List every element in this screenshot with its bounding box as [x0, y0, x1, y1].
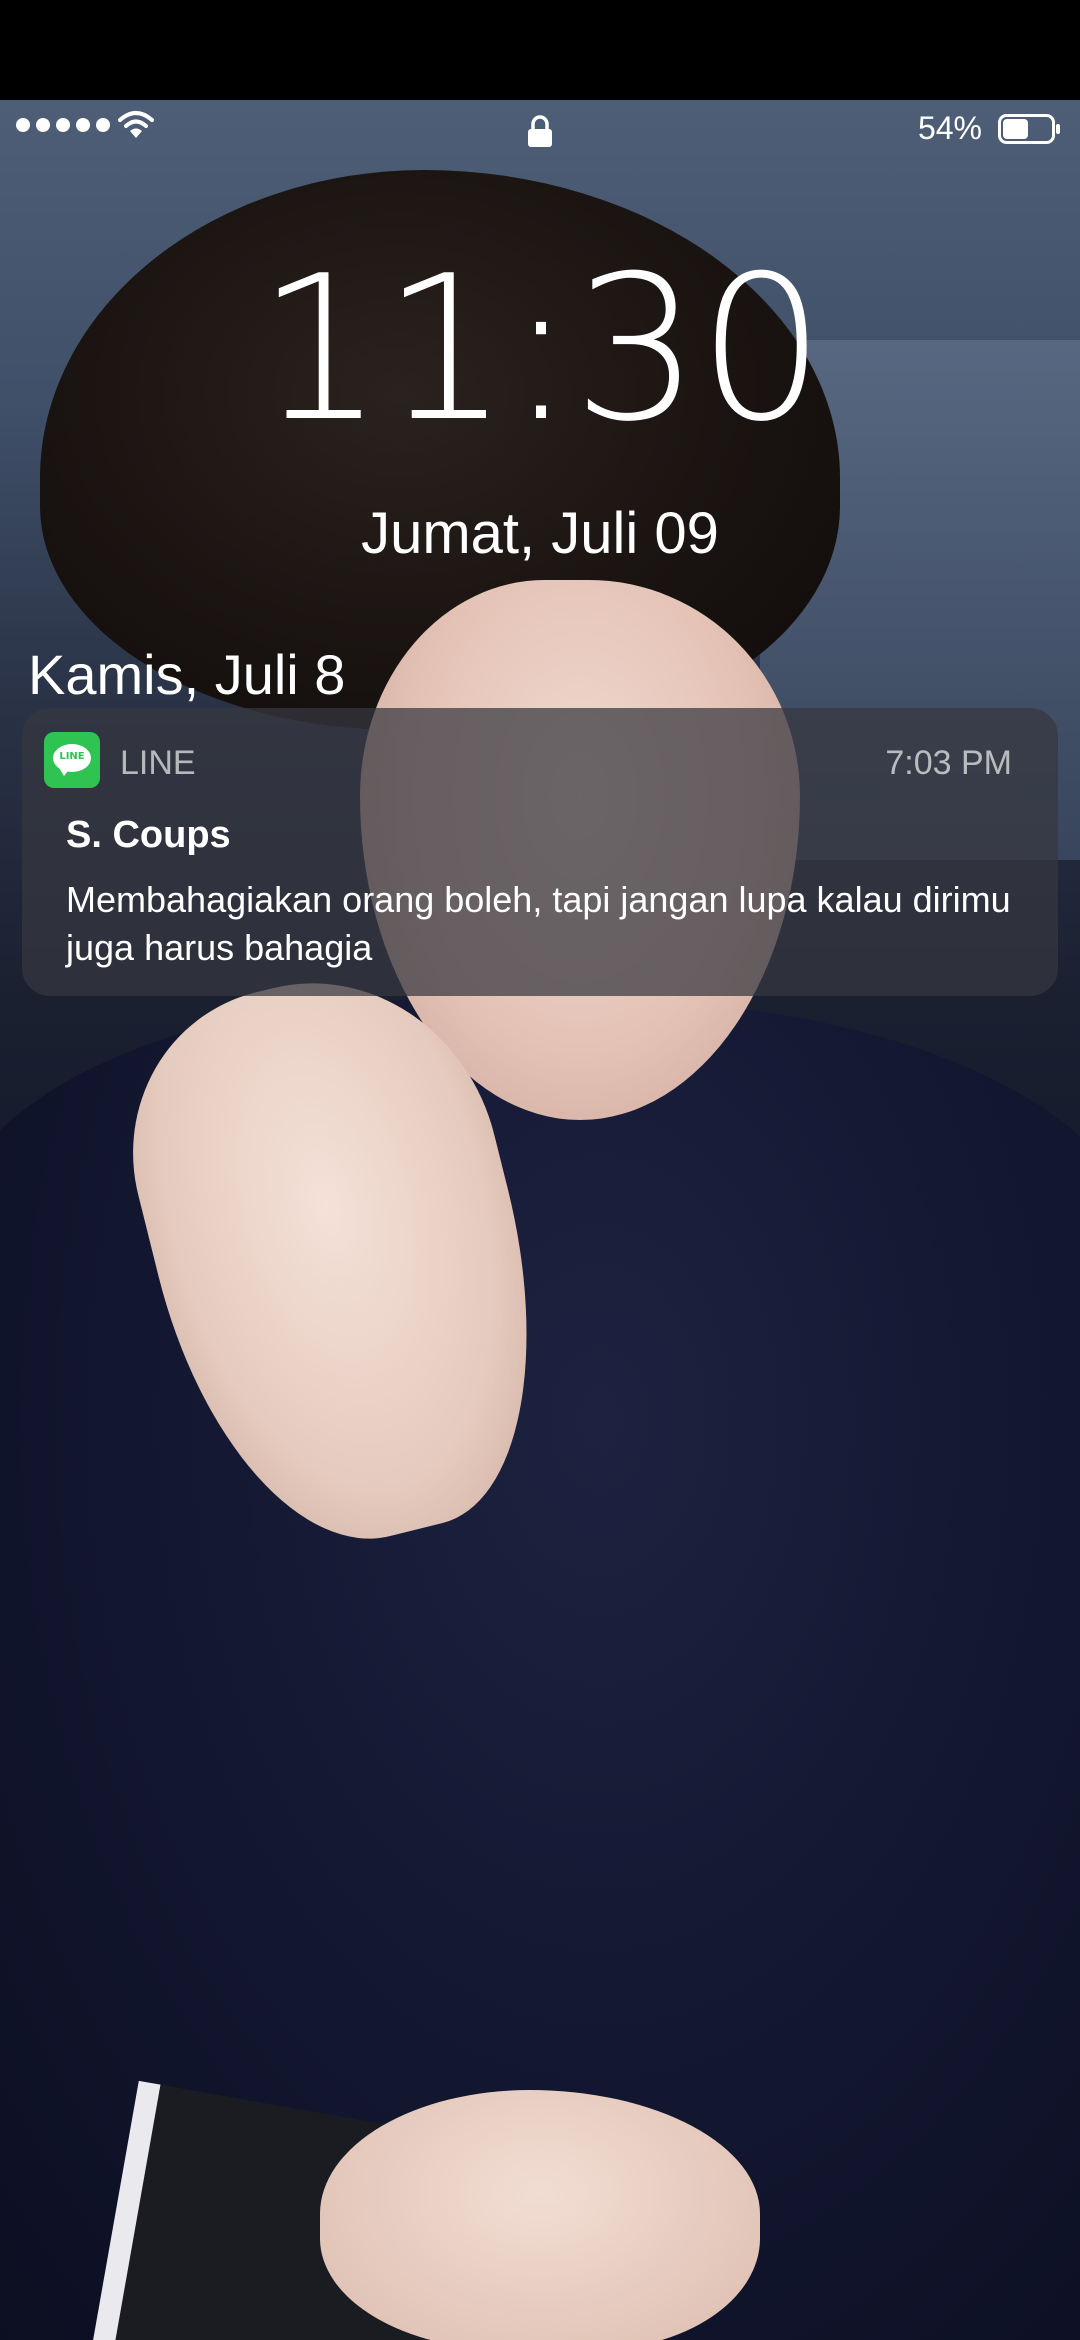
- line-notification[interactable]: LINE LINE 7:03 PM S. Coups Membahagiakan…: [22, 708, 1058, 996]
- lock-screen-date: Jumat, Juli 09: [361, 501, 719, 566]
- signal-dots-icon: [16, 118, 110, 132]
- notification-message: Membahagiakan orang boleh, tapi jangan l…: [66, 879, 1011, 968]
- lock-screen-time: 11:30: [256, 233, 825, 466]
- notification-app-name: LINE: [120, 744, 196, 782]
- line-logo-text: LINE: [59, 751, 85, 762]
- battery-percent: 54%: [917, 110, 982, 146]
- wifi-icon: [118, 111, 154, 138]
- notification-group-date: Kamis, Juli 8: [28, 643, 346, 706]
- wallpaper-lower-hand-shape: [320, 2090, 760, 2340]
- notification-sender: S. Coups: [66, 814, 231, 856]
- lock-icon: [528, 115, 552, 147]
- battery-icon: [998, 114, 1060, 144]
- top-bezel: [0, 0, 1080, 100]
- line-app-icon: LINE: [44, 732, 100, 788]
- status-bar: 54%: [0, 100, 1080, 160]
- notification-time: 7:03 PM: [885, 744, 1012, 782]
